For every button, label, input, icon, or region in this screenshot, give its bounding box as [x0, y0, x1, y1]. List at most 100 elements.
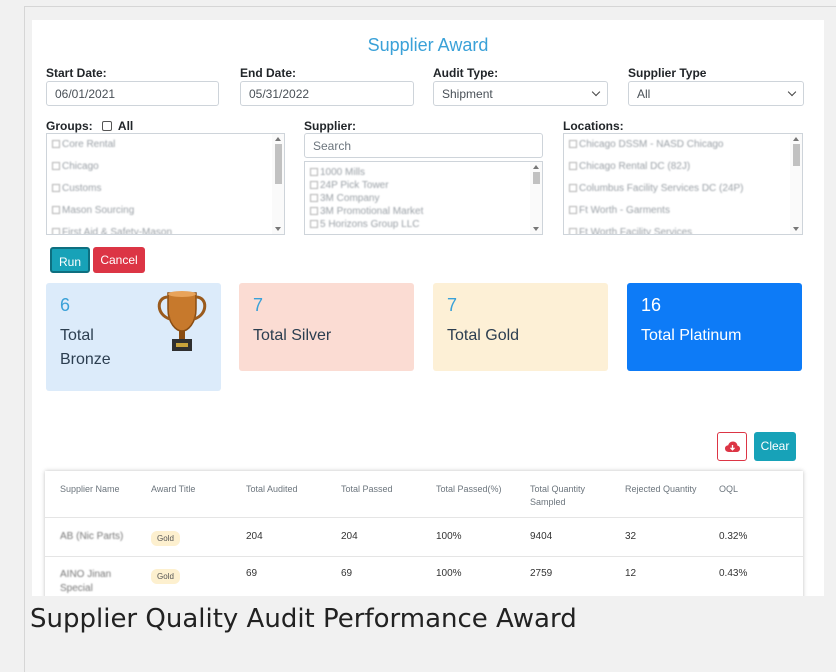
- list-item[interactable]: 5 Horizons Group LLC: [305, 218, 542, 231]
- gold-count: 7: [447, 295, 458, 315]
- column-header: Supplier Name: [60, 484, 120, 494]
- list-item[interactable]: Chicago: [47, 156, 284, 178]
- column-header: Total Quantity Sampled: [530, 484, 586, 507]
- groups-label: Groups:: [46, 119, 93, 133]
- column-header: Total Audited: [246, 484, 298, 494]
- start-date-label: Start Date:: [46, 66, 107, 80]
- gold-card: 7 Total Gold: [433, 283, 608, 371]
- cell-rejected: 32: [625, 531, 637, 542]
- locations-label: Locations:: [563, 119, 624, 133]
- silver-label: Total Silver: [253, 327, 332, 344]
- chevron-down-icon: [787, 87, 797, 97]
- list-item[interactable]: Chicago DSSM - NASD Chicago: [564, 134, 802, 156]
- cell-sampled: 2759: [530, 568, 553, 579]
- export-button[interactable]: [717, 432, 747, 461]
- trophy-icon: [157, 291, 207, 351]
- clear-button[interactable]: Clear: [754, 432, 796, 461]
- end-date-input[interactable]: 05/31/2022: [240, 81, 414, 106]
- locations-listbox[interactable]: Chicago DSSM - NASD Chicago Chicago Rent…: [563, 133, 803, 235]
- list-item[interactable]: 3M Promotional Market: [305, 205, 542, 218]
- supplier-label: Supplier:: [304, 119, 357, 133]
- audit-type-select[interactable]: Shipment: [433, 81, 608, 106]
- cell-rejected: 12: [625, 568, 637, 579]
- silver-count: 7: [253, 295, 264, 315]
- cell-audited: 69: [246, 568, 258, 579]
- supplier-picker: Search 1000 Mills 24P Pick Tower 3M Comp…: [304, 133, 543, 235]
- groups-listbox[interactable]: Core Rental Chicago Customs Mason Sourci…: [46, 133, 285, 235]
- cell-oql: 0.43%: [719, 568, 748, 579]
- platinum-label: Total Platinum: [641, 327, 742, 344]
- page-title: Supplier Award: [367, 35, 489, 55]
- list-item[interactable]: Core Rental: [47, 134, 284, 156]
- groups-label-row: Groups: All: [46, 119, 133, 133]
- cell-supplier: AB (Nic Parts): [60, 531, 124, 542]
- award-badge: Gold: [151, 531, 180, 546]
- groups-scrollbar[interactable]: [272, 134, 284, 234]
- scroll-thumb[interactable]: [533, 172, 540, 184]
- platinum-count: 16: [641, 295, 662, 315]
- scroll-thumb[interactable]: [793, 144, 800, 166]
- list-item[interactable]: Columbus Facility Services DC (24P): [564, 178, 802, 200]
- start-date-value: 06/01/2021: [55, 87, 116, 101]
- cell-passed: 69: [341, 568, 353, 579]
- end-date-value: 05/31/2022: [249, 87, 310, 101]
- awards-table: Supplier Name Award Title Total Audited …: [45, 471, 803, 596]
- list-item[interactable]: 24P Pick Tower: [305, 179, 542, 192]
- bronze-label: Total Bronze: [60, 327, 111, 368]
- column-header: Total Passed(%): [436, 484, 502, 494]
- header-divider: [45, 517, 803, 518]
- list-item[interactable]: Customs: [47, 178, 284, 200]
- list-item[interactable]: Mason Sourcing: [47, 200, 284, 222]
- scroll-down-icon: [533, 227, 539, 231]
- scroll-up-icon: [533, 165, 539, 169]
- award-badge: Gold: [151, 569, 180, 584]
- bronze-card: 6 Total Bronze: [46, 283, 221, 391]
- list-item[interactable]: 3M Company: [305, 192, 542, 205]
- supplier-scrollbar[interactable]: [530, 162, 542, 234]
- audit-type-value: Shipment: [442, 87, 493, 101]
- list-item[interactable]: Ft Worth Facility Services: [564, 222, 802, 234]
- cell-sampled: 9404: [530, 531, 553, 542]
- list-item[interactable]: First Aid & Safety-Mason: [47, 222, 284, 234]
- gold-label: Total Gold: [447, 327, 520, 344]
- audit-type-label: Audit Type:: [433, 66, 499, 80]
- supplier-type-label: Supplier Type: [628, 66, 707, 80]
- row-divider: [45, 556, 803, 557]
- column-header: Total Passed: [341, 484, 393, 494]
- cell-oql: 0.32%: [719, 531, 748, 542]
- column-header: Rejected Quantity: [625, 484, 697, 494]
- cell-supplier: AINO Jinan Special: [60, 569, 112, 594]
- supplier-search-placeholder: Search: [313, 139, 352, 153]
- column-header: OQL: [719, 484, 739, 494]
- supplier-type-select[interactable]: All: [628, 81, 804, 106]
- cancel-button[interactable]: Cancel: [93, 247, 145, 273]
- list-item[interactable]: Chicago Rental DC (82J): [564, 156, 802, 178]
- supplier-search-input[interactable]: Search: [304, 133, 543, 158]
- supplier-award-panel: Supplier Award Start Date: 06/01/2021 En…: [32, 20, 824, 596]
- run-button[interactable]: Run: [50, 247, 90, 273]
- scroll-up-icon: [275, 137, 281, 141]
- locations-scrollbar[interactable]: [790, 134, 802, 234]
- list-item[interactable]: Ft Worth - Garments: [564, 200, 802, 222]
- silver-card: 7 Total Silver: [239, 283, 414, 371]
- platinum-card: 16 Total Platinum: [627, 283, 802, 371]
- cell-audited: 204: [246, 531, 263, 542]
- scroll-up-icon: [793, 137, 799, 141]
- cloud-download-icon: [725, 441, 740, 452]
- start-date-input[interactable]: 06/01/2021: [46, 81, 219, 106]
- column-header: Award Title: [151, 484, 196, 494]
- supplier-listbox[interactable]: 1000 Mills 24P Pick Tower 3M Company 3M …: [304, 161, 543, 235]
- cell-passed-pct: 100%: [436, 531, 462, 542]
- cell-passed-pct: 100%: [436, 568, 462, 579]
- scroll-thumb[interactable]: [275, 144, 282, 184]
- figure-caption: Supplier Quality Audit Performance Award: [30, 604, 577, 634]
- scroll-down-icon: [793, 227, 799, 231]
- supplier-type-value: All: [637, 87, 651, 101]
- list-item[interactable]: 1000 Mills: [305, 166, 542, 179]
- end-date-label: End Date:: [240, 66, 297, 80]
- groups-all-checkbox[interactable]: [102, 121, 113, 131]
- cell-passed: 204: [341, 531, 358, 542]
- chevron-down-icon: [591, 87, 601, 97]
- scroll-down-icon: [275, 227, 281, 231]
- groups-all-label: All: [117, 119, 134, 133]
